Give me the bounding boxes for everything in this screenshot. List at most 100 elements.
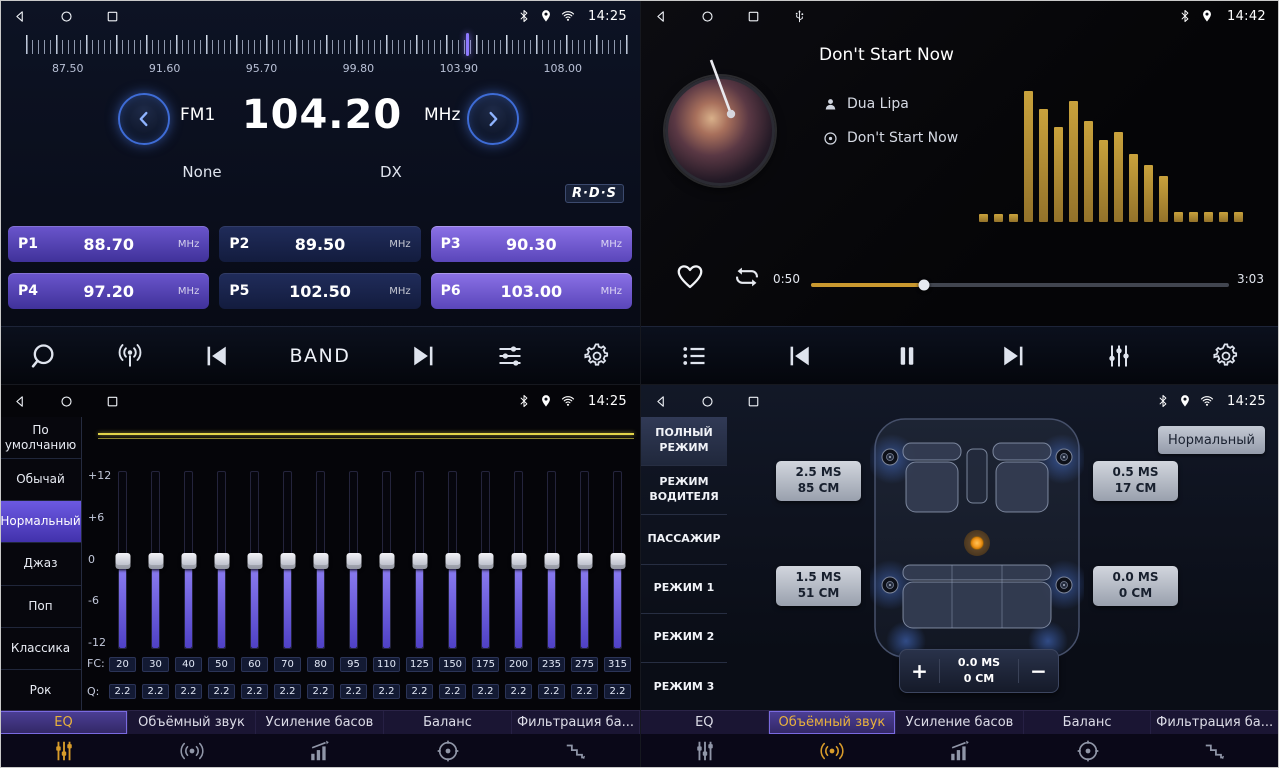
pause-icon[interactable]	[893, 342, 921, 370]
eq-band-slider[interactable]	[613, 471, 622, 649]
surround-preset-button[interactable]: Нормальный	[1158, 426, 1265, 454]
radio-preset-button[interactable]: P6 103.00 MHz	[431, 273, 632, 309]
eq-preset-item[interactable]: По умолчанию	[0, 417, 81, 459]
tab-filter[interactable]	[1151, 734, 1279, 768]
tab-bass-boost[interactable]	[256, 734, 384, 768]
eq-band-slider[interactable]	[151, 471, 160, 649]
tab-filter[interactable]	[512, 734, 640, 768]
eq-band-slider[interactable]	[580, 471, 589, 649]
seek-bar-knob[interactable]	[918, 280, 929, 291]
recents-icon[interactable]	[746, 394, 761, 409]
eq-preset-item[interactable]: Обычай	[0, 459, 81, 501]
slider-handle[interactable]	[412, 553, 427, 569]
slider-handle[interactable]	[379, 553, 394, 569]
eq-band-slider[interactable]	[349, 471, 358, 649]
eq-band-slider[interactable]	[514, 471, 523, 649]
listening-mode-item[interactable]: РЕЖИМ 2	[641, 614, 727, 663]
audio-tab[interactable]: Объёмный звук	[128, 711, 256, 734]
mixer-icon[interactable]	[1105, 342, 1133, 370]
next-track-icon[interactable]	[999, 342, 1027, 370]
seek-down-button[interactable]	[118, 93, 170, 145]
slider-handle[interactable]	[181, 553, 196, 569]
band-button[interactable]: BAND	[290, 345, 351, 367]
eq-band-slider[interactable]	[415, 471, 424, 649]
tab-bass-boost[interactable]	[896, 734, 1024, 768]
delay-increase-button[interactable]: +	[900, 659, 940, 683]
radio-preset-button[interactable]: P2 89.50 MHz	[219, 226, 420, 262]
favorite-heart-icon[interactable]	[675, 262, 705, 292]
home-icon[interactable]	[59, 394, 74, 409]
front-left-delay-chip[interactable]: 2.5 MS 85 CM	[776, 461, 861, 501]
slider-handle[interactable]	[280, 553, 295, 569]
slider-handle[interactable]	[148, 553, 163, 569]
frequency-ruler[interactable]: 87.5091.6095.7099.80103.90108.00	[0, 32, 640, 82]
audio-tab[interactable]: Фильтрация ба...	[1151, 711, 1279, 734]
audio-tab[interactable]: EQ	[0, 711, 128, 734]
rear-left-delay-chip[interactable]: 1.5 MS 51 CM	[776, 566, 861, 606]
slider-handle[interactable]	[445, 553, 460, 569]
eq-band-slider[interactable]	[316, 471, 325, 649]
playlist-icon[interactable]	[680, 342, 708, 370]
slider-handle[interactable]	[115, 553, 130, 569]
tab-eq[interactable]	[0, 734, 128, 768]
eq-preset-item[interactable]: Классика	[0, 628, 81, 670]
eq-band-slider[interactable]	[547, 471, 556, 649]
back-icon[interactable]	[13, 9, 28, 24]
tab-surround[interactable]	[769, 734, 897, 768]
slider-handle[interactable]	[214, 553, 229, 569]
slider-handle[interactable]	[544, 553, 559, 569]
tab-eq[interactable]	[641, 734, 769, 768]
listening-mode-item[interactable]: РЕЖИМ 1	[641, 565, 727, 614]
eq-band-slider[interactable]	[448, 471, 457, 649]
prev-track-icon[interactable]	[786, 342, 814, 370]
listening-mode-item[interactable]: РЕЖИМ 3	[641, 663, 727, 711]
audio-tab[interactable]: Баланс	[384, 711, 512, 734]
tab-surround[interactable]	[128, 734, 256, 768]
recents-icon[interactable]	[746, 9, 761, 24]
back-icon[interactable]	[654, 9, 669, 24]
slider-handle[interactable]	[610, 553, 625, 569]
tab-balance[interactable]	[384, 734, 512, 768]
settings-gear-icon[interactable]	[1212, 342, 1240, 370]
eq-band-slider[interactable]	[118, 471, 127, 649]
delay-decrease-button[interactable]: −	[1018, 659, 1058, 683]
slider-handle[interactable]	[511, 553, 526, 569]
seek-up-button[interactable]	[467, 93, 519, 145]
tab-balance[interactable]	[1024, 734, 1152, 768]
audio-tab[interactable]: Баланс	[1024, 711, 1152, 734]
eq-preset-item[interactable]: Нормальный	[0, 501, 81, 543]
radio-preset-button[interactable]: P3 90.30 MHz	[431, 226, 632, 262]
audio-tab[interactable]: EQ	[641, 711, 769, 734]
home-icon[interactable]	[59, 9, 74, 24]
listening-mode-item[interactable]: ПОЛНЫЙ РЕЖИМ	[641, 417, 727, 466]
settings-gear-icon[interactable]	[583, 342, 611, 370]
scan-icon[interactable]	[29, 342, 57, 370]
radio-preset-button[interactable]: P4 97.20 MHz	[8, 273, 209, 309]
audio-tab[interactable]: Усиление басов	[256, 711, 384, 734]
prev-station-icon[interactable]	[203, 342, 231, 370]
eq-band-slider[interactable]	[382, 471, 391, 649]
slider-handle[interactable]	[478, 553, 493, 569]
antenna-icon[interactable]	[116, 342, 144, 370]
eq-band-slider[interactable]	[283, 471, 292, 649]
listening-mode-item[interactable]: ПАССАЖИР	[641, 515, 727, 564]
recents-icon[interactable]	[105, 394, 120, 409]
rear-right-delay-chip[interactable]: 0.0 MS 0 CM	[1093, 566, 1178, 606]
slider-handle[interactable]	[577, 553, 592, 569]
back-icon[interactable]	[654, 394, 669, 409]
recents-icon[interactable]	[105, 9, 120, 24]
home-icon[interactable]	[700, 9, 715, 24]
listening-mode-item[interactable]: РЕЖИМ ВОДИТЕЛЯ	[641, 466, 727, 515]
audio-tab[interactable]: Объёмный звук	[769, 711, 897, 734]
album-art[interactable]	[665, 76, 775, 186]
seek-bar[interactable]	[811, 283, 1229, 287]
radio-preset-button[interactable]: P1 88.70 MHz	[8, 226, 209, 262]
eq-band-slider[interactable]	[217, 471, 226, 649]
audio-tab[interactable]: Фильтрация ба...	[512, 711, 640, 734]
back-icon[interactable]	[13, 394, 28, 409]
eq-band-slider[interactable]	[184, 471, 193, 649]
slider-handle[interactable]	[313, 553, 328, 569]
front-right-delay-chip[interactable]: 0.5 MS 17 CM	[1093, 461, 1178, 501]
radio-preset-button[interactable]: P5 102.50 MHz	[219, 273, 420, 309]
repeat-icon[interactable]	[733, 263, 761, 291]
